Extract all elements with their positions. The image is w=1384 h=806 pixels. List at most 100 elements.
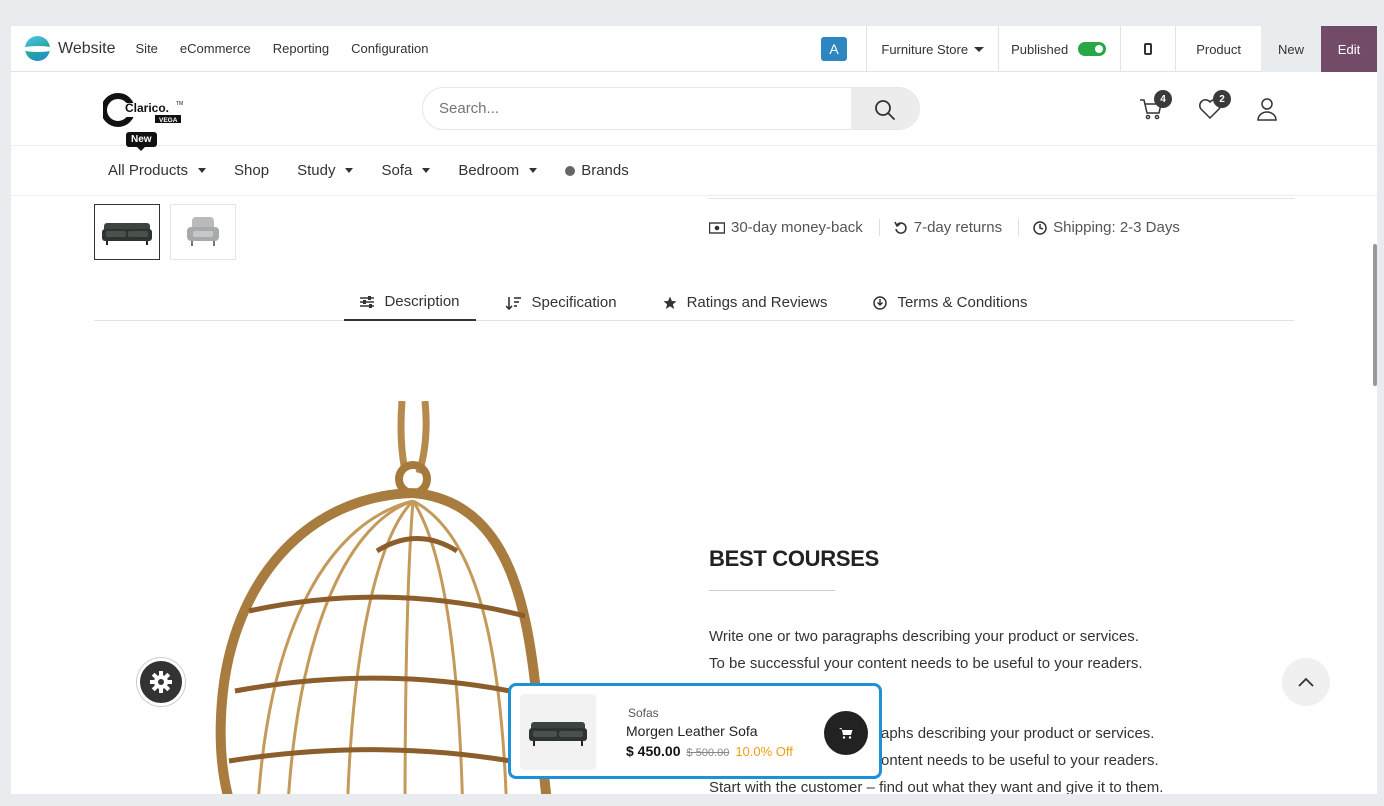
- search-bar: [422, 87, 920, 130]
- assistant-avatar[interactable]: A: [821, 37, 847, 61]
- nav-label: Bedroom: [458, 162, 520, 179]
- search-input[interactable]: [423, 88, 851, 129]
- text-line: To be successful your content needs to b…: [709, 655, 1143, 672]
- chevron-up-icon: [1298, 677, 1314, 687]
- sliders-icon: [360, 295, 375, 308]
- undo-icon: [894, 221, 907, 234]
- store-selector[interactable]: Furniture Store: [867, 42, 998, 57]
- mobile-preview-button[interactable]: [1121, 43, 1175, 55]
- sticky-product-name[interactable]: Morgen Leather Sofa: [626, 723, 758, 739]
- new-button[interactable]: New: [1261, 26, 1321, 72]
- nav-label: Brands: [581, 162, 629, 179]
- store-name: Furniture Store: [881, 41, 969, 57]
- new-tag: New: [126, 132, 157, 151]
- search-button[interactable]: [851, 88, 919, 129]
- paragraph: aphs describing your product or services…: [881, 720, 1159, 774]
- cart-icon: [839, 728, 853, 739]
- nav-label: All Products: [108, 162, 189, 179]
- add-to-cart-button[interactable]: [824, 711, 868, 755]
- clarico-logo[interactable]: Clarico. TM VEGA: [103, 93, 183, 127]
- tab-description[interactable]: Description: [344, 284, 476, 321]
- edit-button[interactable]: Edit: [1321, 26, 1377, 72]
- product-tabs: Description Specification Ratings and Re…: [94, 284, 1294, 321]
- feature-label: 30-day money-back: [731, 219, 863, 236]
- divider: [709, 590, 835, 591]
- sofa-image: [102, 223, 152, 245]
- nav-label: Sofa: [381, 162, 413, 179]
- top-bar-right: Furniture Store Published Product New Ed…: [866, 26, 1377, 72]
- nav-brands[interactable]: Brands: [565, 162, 629, 179]
- wishlist-button[interactable]: 2: [1197, 90, 1231, 122]
- svg-text:Clarico.: Clarico.: [125, 101, 169, 115]
- text-line: Write one or two paragraphs describing y…: [709, 628, 1139, 645]
- caret-down-icon: [198, 168, 207, 173]
- download-circle-icon: [873, 295, 888, 310]
- feature-label: Shipping: 2-3 Days: [1053, 219, 1180, 236]
- top-menu: Site eCommerce Reporting Configuration: [136, 41, 429, 56]
- text-line: ontent needs to be useful to your reader…: [881, 752, 1159, 769]
- page-scrollbar[interactable]: [1373, 244, 1377, 386]
- sticky-category: Sofas: [628, 706, 659, 720]
- feature-shipping: Shipping: 2-3 Days: [1018, 219, 1196, 236]
- caret-down-icon: [974, 46, 985, 52]
- menu-configuration[interactable]: Configuration: [351, 41, 428, 56]
- website-brand[interactable]: Website: [25, 36, 116, 61]
- feature-label: 7-day returns: [913, 219, 1003, 236]
- thumbnail-armchair[interactable]: [170, 204, 236, 260]
- menu-reporting[interactable]: Reporting: [273, 41, 329, 56]
- tab-ratings[interactable]: Ratings and Reviews: [647, 284, 844, 321]
- text-line: aphs describing your product or services…: [881, 725, 1155, 742]
- sticky-discount: 10.0% Off: [735, 744, 793, 759]
- caret-down-icon: [529, 168, 538, 173]
- armchair-image: [187, 217, 219, 246]
- menu-site[interactable]: Site: [136, 41, 158, 56]
- feature-returns: 7-day returns: [878, 219, 1018, 236]
- nav-study[interactable]: Study: [297, 162, 354, 179]
- nav-label: Study: [297, 162, 336, 179]
- menu-ecommerce[interactable]: eCommerce: [180, 41, 251, 56]
- product-features: 30-day money-back 7-day returns Shipping…: [709, 219, 1196, 236]
- sticky-product-card: Sofas Morgen Leather Sofa $ 450.00 $ 500…: [508, 683, 882, 779]
- nav-label: Shop: [234, 162, 270, 179]
- sticky-price-row: $ 450.00 $ 500.00 10.0% Off: [626, 743, 793, 759]
- nav-shop[interactable]: Shop: [234, 162, 269, 179]
- thumbnail-sofa[interactable]: [94, 204, 160, 260]
- money-icon: [709, 221, 725, 234]
- tab-terms[interactable]: Terms & Conditions: [857, 284, 1043, 321]
- site-header: Clarico. TM VEGA 4: [11, 72, 1377, 146]
- brand-name: Website: [58, 39, 116, 57]
- browser-viewport: Website Site eCommerce Reporting Configu…: [11, 26, 1377, 794]
- sort-icon: [505, 296, 521, 310]
- star-icon: [663, 296, 677, 309]
- nav-bedroom[interactable]: Bedroom: [458, 162, 538, 179]
- tab-label: Specification: [531, 294, 617, 311]
- tab-label: Ratings and Reviews: [686, 294, 828, 311]
- svg-text:TM: TM: [176, 101, 183, 107]
- sticky-price: $ 450.00: [626, 743, 681, 759]
- toggle-switch[interactable]: [1078, 42, 1107, 56]
- search-icon: [875, 99, 895, 120]
- account-button[interactable]: [1254, 96, 1280, 122]
- website-logo-icon: [25, 36, 50, 61]
- tab-specification[interactable]: Specification: [490, 284, 633, 321]
- user-icon: [1257, 98, 1277, 121]
- cart-count-badge: 4: [1154, 90, 1172, 108]
- caret-down-icon: [422, 168, 431, 173]
- feature-money-back: 30-day money-back: [709, 219, 879, 236]
- tab-label: Terms & Conditions: [897, 294, 1028, 311]
- product-thumbnails: [94, 204, 236, 260]
- scroll-to-top-button[interactable]: [1282, 658, 1330, 706]
- nav-sofa[interactable]: Sofa: [381, 162, 431, 179]
- sticky-product-image: [520, 694, 596, 770]
- paragraph: Write one or two paragraphs describing y…: [709, 623, 1143, 677]
- main-navigation: New All Products Shop Study Sofa Bedroom…: [11, 132, 1377, 196]
- nav-all-products[interactable]: All Products: [108, 162, 207, 179]
- settings-button[interactable]: [137, 658, 185, 706]
- sofa-image: [529, 722, 587, 746]
- product-menu[interactable]: Product: [1176, 42, 1261, 57]
- clock-icon: [1033, 220, 1047, 235]
- svg-text:VEGA: VEGA: [159, 117, 178, 124]
- cart-button[interactable]: 4: [1138, 90, 1172, 122]
- published-toggle[interactable]: Published: [999, 42, 1120, 57]
- mobile-icon: [1144, 43, 1153, 55]
